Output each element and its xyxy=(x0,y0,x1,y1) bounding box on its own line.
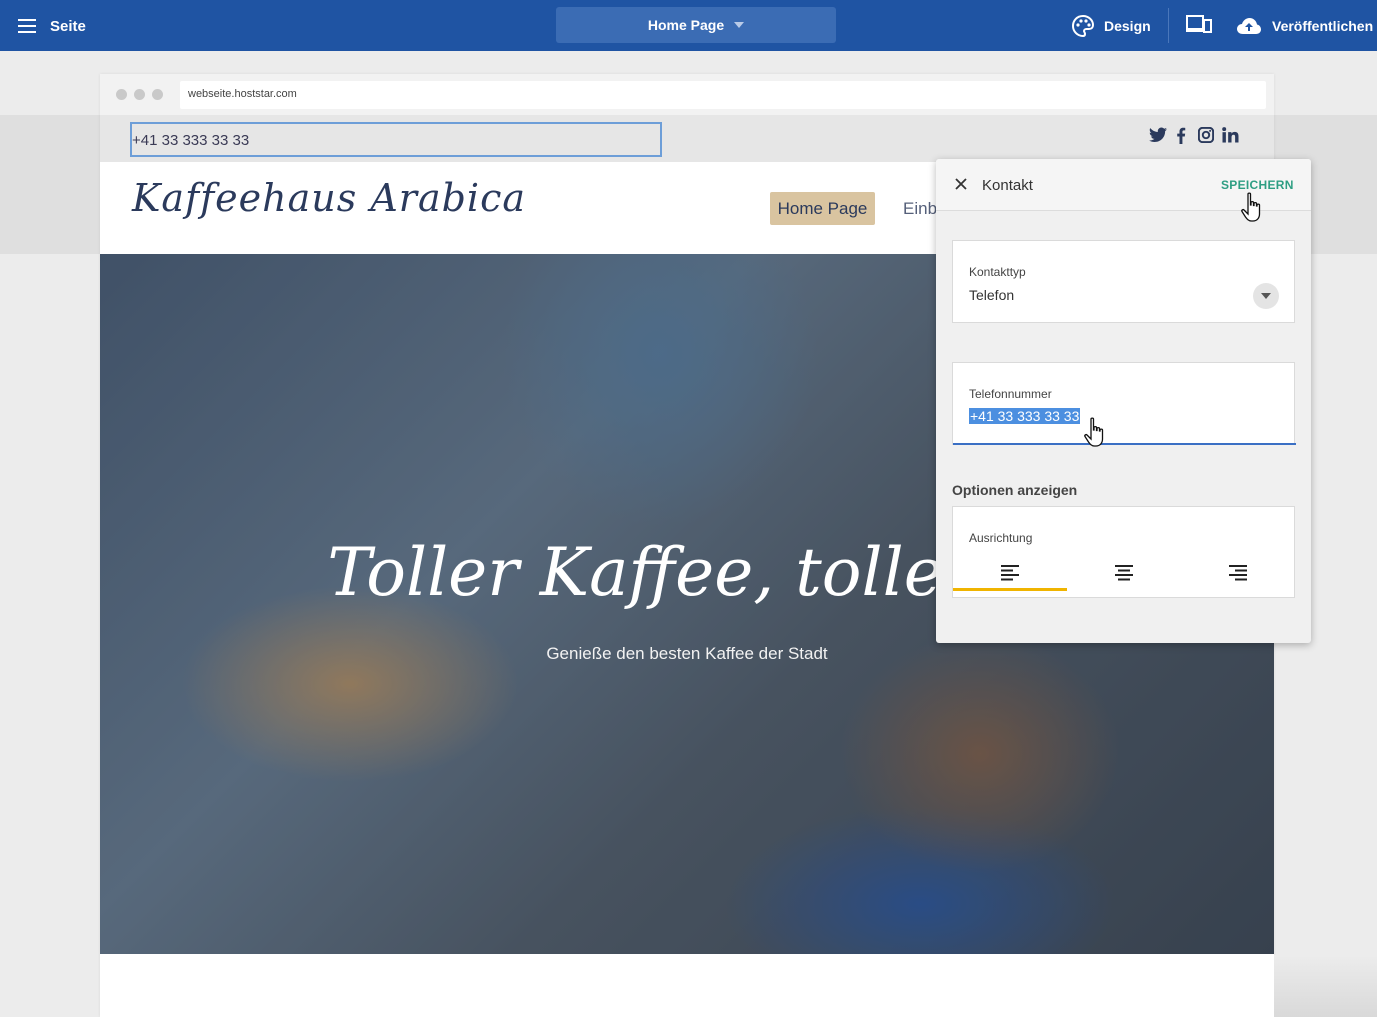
window-dot xyxy=(134,89,145,100)
panel-header: Kontakt SPEICHERN xyxy=(936,159,1311,211)
devices-icon xyxy=(1186,15,1212,33)
alignment-card: Ausrichtung xyxy=(952,506,1295,598)
page-menu-label: Seite xyxy=(50,17,86,35)
contact-type-value: Telefon xyxy=(969,287,1015,303)
align-left-icon xyxy=(1001,565,1019,581)
hamburger-icon xyxy=(18,19,36,33)
close-icon[interactable] xyxy=(954,177,968,191)
facebook-icon[interactable] xyxy=(1176,127,1186,144)
window-dot xyxy=(116,89,127,100)
publish-button[interactable]: Veröffentlichen xyxy=(1236,12,1373,40)
save-button[interactable]: SPEICHERN xyxy=(1221,178,1294,192)
bottom-shadow xyxy=(1274,955,1377,1017)
phone-number-input[interactable]: +41 33 333 33 33 xyxy=(969,408,1081,424)
linkedin-icon[interactable] xyxy=(1222,127,1239,143)
browser-chrome: webseite.hoststar.com xyxy=(100,74,1274,115)
palette-icon xyxy=(1072,15,1094,37)
url-bar[interactable]: webseite.hoststar.com xyxy=(180,81,1266,109)
design-label: Design xyxy=(1104,18,1151,34)
alignment-active-indicator xyxy=(953,588,1067,591)
contact-editor-panel: Kontakt SPEICHERN Kontakttyp Telefon Tel… xyxy=(936,159,1311,643)
device-preview-button[interactable] xyxy=(1186,14,1212,39)
caret-down-icon xyxy=(1261,293,1271,299)
caret-down-icon xyxy=(734,22,745,28)
design-button[interactable]: Design xyxy=(1072,12,1151,40)
align-left-button[interactable] xyxy=(953,555,1067,591)
options-section-title: Optionen anzeigen xyxy=(952,482,1078,498)
site-logo[interactable]: Kaffeehaus Arabica xyxy=(132,176,526,220)
page-select-dropdown[interactable]: Home Page xyxy=(556,7,836,43)
publish-label: Veröffentlichen xyxy=(1272,18,1374,34)
align-right-button[interactable] xyxy=(1181,555,1295,591)
nav-item-next[interactable]: Einb xyxy=(903,199,937,219)
cloud-upload-icon xyxy=(1237,18,1261,34)
contact-type-dropdown-button[interactable] xyxy=(1253,283,1279,309)
phone-number-label: Telefonnummer xyxy=(969,387,1052,401)
phone-number-field[interactable]: Telefonnummer +41 33 333 33 33 xyxy=(952,362,1296,445)
page-menu-button[interactable]: Seite xyxy=(18,14,86,38)
input-focus-underline xyxy=(953,443,1296,445)
instagram-icon[interactable] xyxy=(1198,127,1214,143)
contact-strip: +41 33 333 33 33 xyxy=(100,115,1274,162)
toolbar-divider xyxy=(1168,8,1169,43)
align-center-icon xyxy=(1115,565,1133,581)
window-dot xyxy=(152,89,163,100)
page-select-label: Home Page xyxy=(647,17,725,33)
twitter-icon[interactable] xyxy=(1149,127,1167,143)
panel-title: Kontakt xyxy=(982,177,1033,194)
align-right-icon xyxy=(1229,565,1247,581)
align-center-button[interactable] xyxy=(1067,555,1181,591)
contact-type-select[interactable]: Kontakttyp Telefon xyxy=(952,240,1295,323)
nav-item-home[interactable]: Home Page xyxy=(770,192,875,225)
alignment-label: Ausrichtung xyxy=(969,531,1033,545)
editor-toolbar: Seite Home Page Design Veröffentlichen xyxy=(0,0,1377,51)
hero-subtitle[interactable]: Genieße den besten Kaffee der Stadt xyxy=(100,644,1274,664)
contact-type-label: Kontakttyp xyxy=(969,265,1026,279)
phone-contact-element[interactable]: +41 33 333 33 33 xyxy=(130,122,662,157)
